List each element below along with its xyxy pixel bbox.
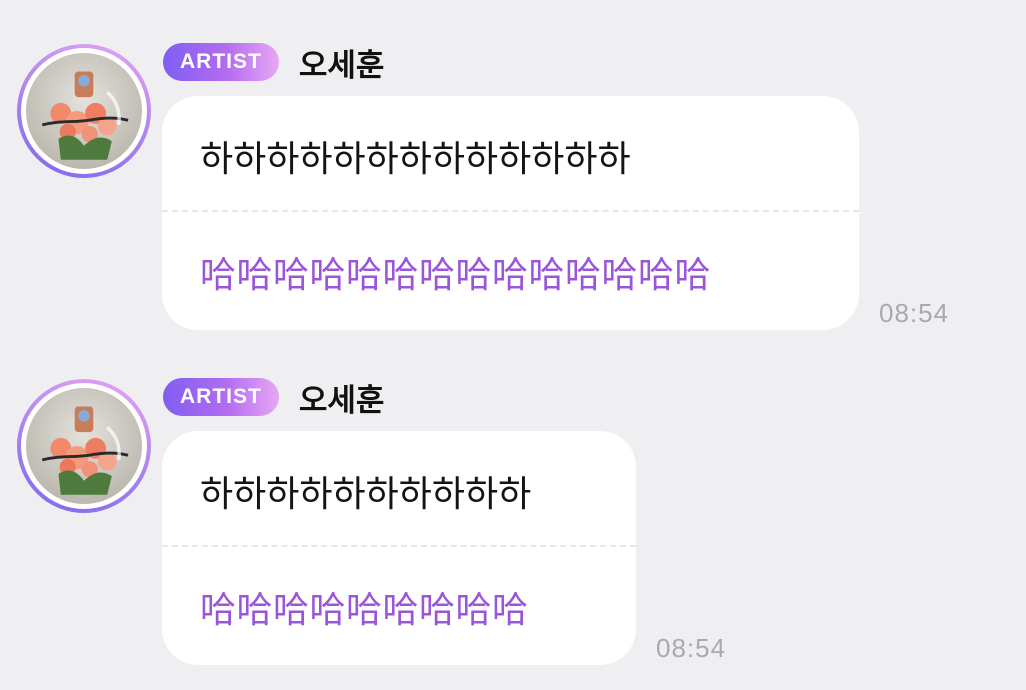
sender-avatar[interactable] [17,44,151,178]
translation-divider [162,545,636,547]
message-timestamp: 08:54 [656,633,727,663]
sender-name[interactable]: 오세훈 [299,375,385,420]
translated-text: 哈哈哈哈哈哈哈哈哈哈哈哈哈哈 [200,255,712,296]
message-header: ARTIST 오세훈 [163,375,385,420]
translation-divider [162,210,859,212]
artist-badge: ARTIST [163,378,279,416]
profile-photo-icon [26,53,142,169]
message-header: ARTIST 오세훈 [163,40,385,85]
message-bubble[interactable]: 하하하하하하하하하하하하하 哈哈哈哈哈哈哈哈哈哈哈哈哈哈 [162,96,859,330]
artist-badge: ARTIST [163,43,279,81]
sender-name[interactable]: 오세훈 [299,40,385,85]
sender-avatar[interactable] [17,379,151,513]
avatar-ring [21,383,147,509]
message-bubble[interactable]: 하하하하하하하하하하 哈哈哈哈哈哈哈哈哈 [162,431,636,665]
avatar-ring [21,48,147,174]
original-text: 하하하하하하하하하하하하하 [200,139,631,180]
translated-text: 哈哈哈哈哈哈哈哈哈 [200,590,529,631]
profile-photo-icon [26,388,142,504]
message-timestamp: 08:54 [879,298,950,328]
original-text: 하하하하하하하하하하 [200,474,532,515]
